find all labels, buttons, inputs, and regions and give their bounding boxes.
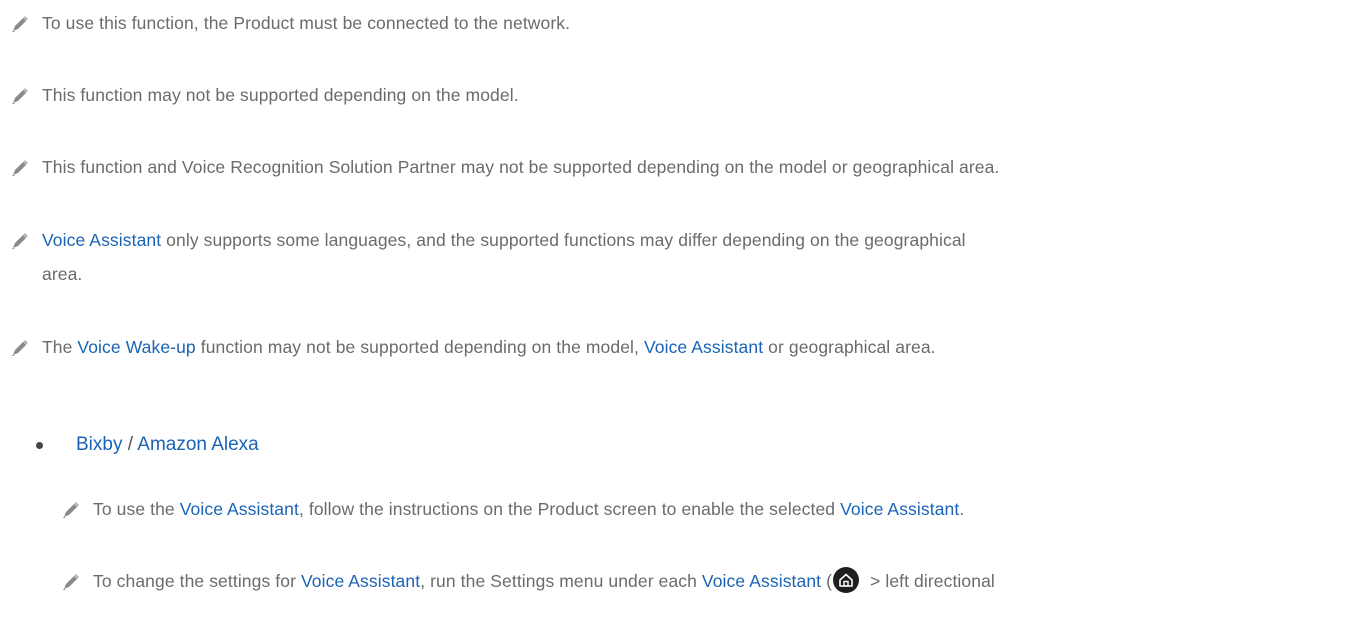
note-text: left directional xyxy=(885,571,995,591)
note-text xyxy=(860,571,865,591)
note-text: To use this function, the Product must b… xyxy=(42,13,571,33)
note: Voice Assistant only supports some langu… xyxy=(12,223,1282,291)
note-text: This function may not be supported depen… xyxy=(42,85,519,105)
pencil-note-icon xyxy=(12,340,28,356)
voice-assistant-link[interactable]: Voice Assistant xyxy=(644,337,763,357)
pencil-note-icon xyxy=(12,233,28,249)
note-text: or geographical area. xyxy=(763,337,936,357)
pencil-note-icon xyxy=(12,16,28,32)
note: This function may not be supported depen… xyxy=(12,78,519,112)
bullet-separator: / xyxy=(122,434,138,455)
note: The Voice Wake-up function may not be su… xyxy=(12,330,936,364)
note-text: , run the Settings menu under each xyxy=(420,571,702,591)
sub-note: To use the Voice Assistant, follow the i… xyxy=(63,492,965,526)
bullet-text: Bixby / Amazon Alexa xyxy=(76,428,259,462)
chevron-right-icon: > xyxy=(870,571,881,591)
note-text: function may not be supported depending … xyxy=(195,337,644,357)
note-text: The xyxy=(42,337,78,357)
note-text: only supports some languages, and the su… xyxy=(161,230,966,250)
voice-wakeup-link[interactable]: Voice Wake-up xyxy=(77,337,195,357)
bullet-dot xyxy=(36,442,43,449)
voice-assistant-link[interactable]: Voice Assistant xyxy=(702,571,821,591)
note-text: ( xyxy=(821,571,833,591)
pencil-note-icon xyxy=(12,88,28,104)
pencil-note-icon xyxy=(12,160,28,176)
note-text: . xyxy=(959,499,965,519)
note: To use this function, the Product must b… xyxy=(12,6,571,40)
pencil-note-icon xyxy=(63,574,79,590)
note-text: To use the xyxy=(93,499,180,519)
note-text: To change the settings for xyxy=(93,571,301,591)
manual-page: To use this function, the Product must b… xyxy=(0,0,1350,638)
note-text: , follow the instructions on the Product… xyxy=(298,499,841,519)
bixby-link[interactable]: Bixby xyxy=(76,434,122,455)
voice-assistant-link[interactable]: Voice Assistant xyxy=(180,499,299,519)
note-text: area. xyxy=(42,264,83,284)
amazon-alexa-link[interactable]: Amazon Alexa xyxy=(137,434,258,455)
voice-assistant-link[interactable]: Voice Assistant xyxy=(301,571,420,591)
voice-assistant-link[interactable]: Voice Assistant xyxy=(840,499,959,519)
sub-note: To change the settings for Voice Assista… xyxy=(63,564,1323,598)
home-icon xyxy=(833,567,860,594)
note: This function and Voice Recognition Solu… xyxy=(12,150,1000,184)
note-text: This function and Voice Recognition Solu… xyxy=(42,157,1000,177)
pencil-note-icon xyxy=(63,502,79,518)
voice-assistant-link[interactable]: Voice Assistant xyxy=(42,230,161,250)
